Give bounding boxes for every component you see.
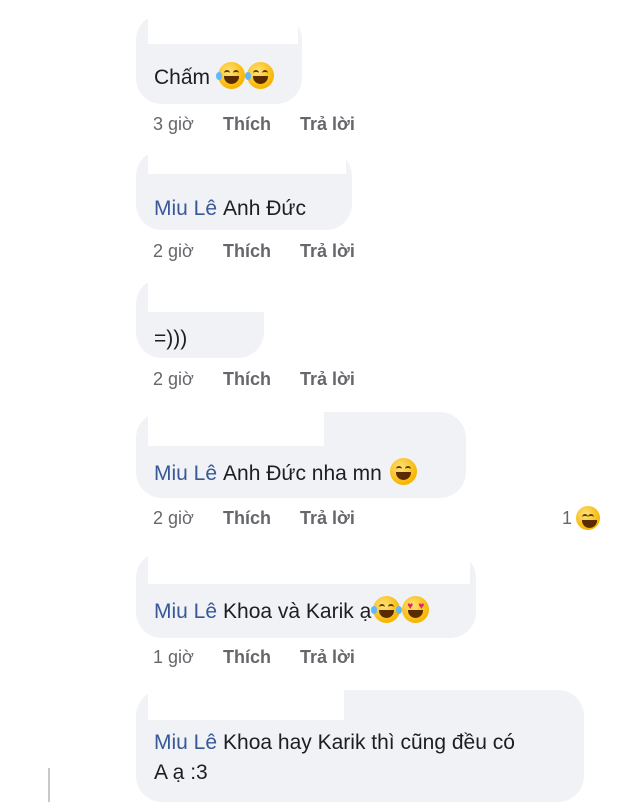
comment-time[interactable]: 2 giờ: [153, 241, 194, 262]
heart-eyes-emoji: ♥ ♥: [402, 596, 430, 623]
like-button[interactable]: Thích: [223, 241, 271, 262]
haha-reaction-icon: [576, 506, 601, 530]
comment-bubble[interactable]: Chấm: [136, 14, 302, 104]
redacted-author-name: [148, 150, 346, 174]
reply-button[interactable]: Trả lời: [300, 114, 355, 135]
mention-link[interactable]: Miu Lê: [154, 197, 217, 220]
comment-text: =))): [154, 327, 188, 350]
rofl-emoji: [215, 62, 245, 89]
mention-link[interactable]: Miu Lê: [154, 600, 217, 623]
comment-time[interactable]: 2 giờ: [153, 369, 194, 390]
rofl-emoji: [244, 62, 274, 89]
redacted-author-name: [148, 690, 344, 720]
mention-link[interactable]: Miu Lê: [154, 462, 217, 485]
like-button[interactable]: Thích: [223, 508, 271, 529]
comment-text: Khoa và Karik ạ: [223, 600, 372, 623]
comment-text-line2: A ạ :3: [154, 761, 208, 784]
redacted-author-name: [148, 278, 264, 312]
reaction-count: 1: [562, 508, 573, 528]
reply-button[interactable]: Trả lời: [300, 241, 355, 262]
comment-text: Anh Đức: [223, 197, 306, 220]
comment-bubble[interactable]: =))): [136, 278, 264, 358]
comment-bubble[interactable]: Miu Lê Khoa hay Karik thì cũng đều có A ạ…: [136, 690, 584, 802]
redacted-author-name: [148, 552, 470, 584]
reply-button[interactable]: Trả lời: [300, 369, 355, 390]
grinning-squint-emoji: [389, 458, 417, 485]
tears-of-joy-emoji: [371, 596, 403, 623]
reply-button[interactable]: Trả lời: [300, 647, 355, 668]
comment-time[interactable]: 3 giờ: [153, 114, 194, 135]
like-button[interactable]: Thích: [223, 114, 271, 135]
comment-text: Anh Đức nha mn: [223, 462, 382, 485]
thread-line: [48, 768, 50, 802]
like-button[interactable]: Thích: [223, 647, 271, 668]
comment-bubble[interactable]: Miu Lê Anh Đức: [136, 150, 352, 230]
comment-text: Chấm: [154, 66, 211, 89]
mention-link[interactable]: Miu Lê: [154, 731, 217, 754]
comment-text: Khoa hay Karik thì cũng đều có: [223, 731, 515, 754]
reply-button[interactable]: Trả lời: [300, 508, 355, 529]
redacted-author-name: [148, 412, 324, 446]
comment-bubble[interactable]: Miu Lê Anh Đức nha mn: [136, 412, 466, 498]
like-button[interactable]: Thích: [223, 369, 271, 390]
comment-time[interactable]: 2 giờ: [153, 508, 194, 529]
redacted-author-name: [148, 14, 298, 44]
comment-bubble[interactable]: Miu Lê Khoa và Karik ạ ♥ ♥: [136, 552, 476, 638]
comment-time[interactable]: 1 giờ: [153, 647, 194, 668]
reaction-summary[interactable]: 1: [562, 506, 601, 530]
